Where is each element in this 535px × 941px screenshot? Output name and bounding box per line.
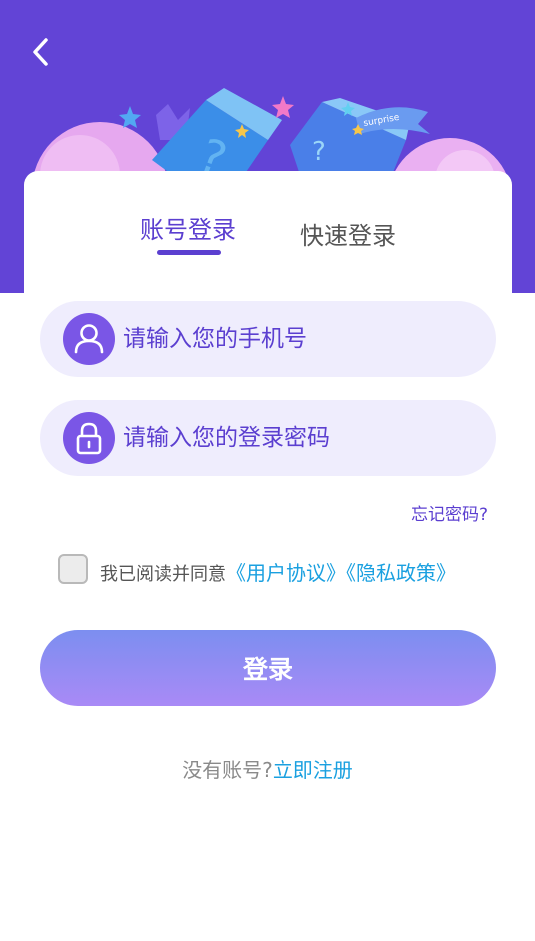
phone-input[interactable] bbox=[123, 301, 473, 377]
register-now-link[interactable]: 立即注册 bbox=[273, 758, 353, 782]
password-field bbox=[40, 400, 496, 476]
forgot-password-link[interactable]: 忘记密码? bbox=[411, 500, 488, 525]
password-input[interactable] bbox=[123, 400, 473, 476]
user-icon bbox=[63, 313, 115, 365]
svg-text:?: ? bbox=[312, 137, 326, 167]
agreement-text: 我已阅读并同意《用户协议》《隐私政策》 bbox=[100, 557, 456, 586]
star-icon bbox=[272, 96, 294, 118]
privacy-policy-link[interactable]: 《隐私政策》 bbox=[346, 561, 456, 585]
tab-quick-login[interactable]: 快速登录 bbox=[300, 216, 396, 251]
star-icon bbox=[119, 106, 141, 128]
agreement-checkbox[interactable] bbox=[58, 554, 88, 584]
tab-account-login[interactable]: 账号登录 bbox=[140, 210, 236, 245]
login-card bbox=[24, 171, 512, 301]
agreement-prefix: 我已阅读并同意 bbox=[100, 564, 226, 585]
active-tab-indicator bbox=[157, 250, 221, 255]
back-button[interactable] bbox=[26, 34, 56, 70]
phone-field bbox=[40, 301, 496, 377]
chevron-left-icon bbox=[33, 38, 48, 66]
login-button[interactable]: 登录 bbox=[40, 630, 496, 706]
agreement-row: 我已阅读并同意《用户协议》《隐私政策》 bbox=[58, 554, 498, 586]
user-agreement-link[interactable]: 《用户协议》 bbox=[226, 561, 346, 585]
lock-icon bbox=[63, 412, 115, 464]
signup-prompt: 没有账号? bbox=[182, 758, 273, 782]
signup-row: 没有账号?立即注册 bbox=[0, 754, 535, 783]
